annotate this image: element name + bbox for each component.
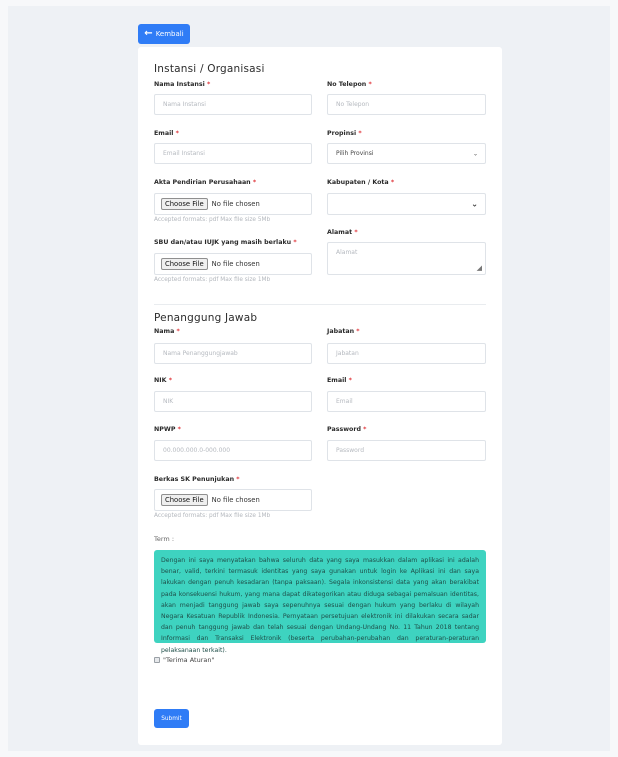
label-no-telepon-text: No Telepon <box>327 81 367 88</box>
label-email-instansi: Email * <box>154 130 179 137</box>
resize-handle-icon[interactable]: ◢ <box>477 264 482 272</box>
label-jabatan-text: Jabatan <box>327 328 355 335</box>
sbu-file-status: No file chosen <box>211 260 260 268</box>
sbu-file-hint: Accepted formats: pdf Max file size 1Mb <box>154 277 271 283</box>
jabatan-input[interactable]: Jabatan <box>327 343 486 364</box>
email-input[interactable]: Email <box>327 391 486 412</box>
label-alamat: Alamat * <box>327 229 358 236</box>
required-mark: * <box>356 328 360 335</box>
berkas-sk-file-input[interactable]: Choose File No file chosen <box>154 489 312 511</box>
accept-terms-checkbox[interactable] <box>154 657 160 663</box>
required-mark: * <box>206 81 211 88</box>
label-sbu: SBU dan/atau IUJK yang masih berlaku * <box>154 239 297 246</box>
required-mark: * <box>368 81 372 88</box>
label-password: Password * <box>327 426 366 433</box>
back-button-label: Kembali <box>155 30 184 38</box>
propinsi-selected-value: Pilih Provinsi <box>336 150 374 157</box>
password-input[interactable]: Password <box>327 440 486 461</box>
required-mark: * <box>354 229 358 236</box>
label-propinsi-text: Propinsi <box>327 130 357 137</box>
required-mark: * <box>363 426 367 433</box>
label-email: Email * <box>327 377 352 384</box>
required-mark: * <box>175 130 179 137</box>
password-placeholder: Password <box>336 447 365 454</box>
required-mark: * <box>168 377 172 384</box>
chevron-down-icon: ⌄ <box>471 199 478 209</box>
required-mark: * <box>348 377 352 384</box>
akta-choose-file-button[interactable]: Choose File <box>161 198 208 210</box>
accept-terms-row[interactable]: "Terima Aturan" <box>154 656 214 664</box>
label-sbu-text: SBU dan/atau IUJK yang masih berlaku <box>154 239 292 246</box>
back-button[interactable]: ← Kembali <box>138 24 190 44</box>
berkas-sk-file-hint: Accepted formats: pdf Max file size 1Mb <box>154 513 271 519</box>
label-akta: Akta Pendirian Perusahaan * <box>154 179 256 186</box>
label-npwp: NPWP * <box>154 426 181 433</box>
email-placeholder: Email <box>336 398 353 405</box>
sbu-choose-file-button[interactable]: Choose File <box>161 258 208 270</box>
label-nama-instansi: Nama Instansi * <box>154 81 210 88</box>
label-password-text: Password <box>327 426 361 433</box>
required-mark: * <box>176 328 180 335</box>
required-mark: * <box>358 130 362 137</box>
section-title-instansi: Instansi / Organisasi <box>154 63 265 75</box>
nik-input[interactable]: NIK <box>154 391 312 412</box>
alamat-placeholder: Alamat <box>336 249 358 256</box>
label-kabupaten-text: Kabupaten / Kota <box>327 179 389 186</box>
propinsi-select[interactable]: Pilih Provinsi ⌄ <box>327 143 486 164</box>
akta-file-input[interactable]: Choose File No file chosen <box>154 193 312 215</box>
label-email-text: Email <box>327 377 347 384</box>
no-telepon-placeholder: No Telepon <box>336 101 370 108</box>
chevron-down-icon: ⌄ <box>472 150 478 157</box>
sbu-file-input[interactable]: Choose File No file chosen <box>154 253 312 275</box>
label-jabatan: Jabatan * <box>327 328 360 335</box>
required-mark: * <box>236 476 240 483</box>
email-instansi-placeholder: Email Instansi <box>163 150 205 157</box>
label-akta-text: Akta Pendirian Perusahaan <box>154 179 251 186</box>
label-npwp-text: NPWP <box>154 426 176 433</box>
required-mark: * <box>293 239 297 246</box>
label-berkas-sk: Berkas SK Penunjukan * <box>154 476 240 483</box>
berkas-sk-choose-file-button[interactable]: Choose File <box>161 494 208 506</box>
label-alamat-text: Alamat <box>327 229 353 236</box>
akta-file-hint: Accepted formats: pdf Max file size 5Mb <box>154 217 271 223</box>
alamat-textarea[interactable]: Alamat ◢ <box>327 242 486 275</box>
required-mark: * <box>390 179 395 186</box>
npwp-placeholder: 00.000.000.0-000.000 <box>163 447 231 454</box>
arrow-left-icon: ← <box>144 28 153 39</box>
nama-penanggungjawab-input[interactable]: Nama Penanggungjawab <box>154 343 312 364</box>
section-divider <box>154 304 486 305</box>
term-text-box: Dengan ini saya menyatakan bahwa seluruh… <box>154 550 486 654</box>
label-nik: NIK * <box>154 377 172 384</box>
label-nik-text: NIK <box>154 377 167 384</box>
no-telepon-input[interactable]: No Telepon <box>327 94 486 115</box>
label-nama-instansi-text: Nama Instansi <box>154 81 205 88</box>
email-instansi-input[interactable]: Email Instansi <box>154 143 312 164</box>
section-title-penanggung-jawab: Penanggung Jawab <box>154 312 258 324</box>
label-no-telepon: No Telepon * <box>327 81 372 88</box>
kabupaten-select[interactable]: ⌄ <box>327 193 486 215</box>
nama-instansi-input[interactable]: Nama Instansi <box>154 94 312 115</box>
label-email-instansi-text: Email <box>154 130 174 137</box>
term-label: Term : <box>154 535 175 543</box>
required-mark: * <box>252 179 257 186</box>
nik-placeholder: NIK <box>163 398 174 405</box>
label-propinsi: Propinsi * <box>327 130 362 137</box>
akta-file-status: No file chosen <box>211 200 260 208</box>
registration-form-card: Instansi / Organisasi Nama Instansi * Na… <box>138 47 502 745</box>
label-nama: Nama * <box>154 328 180 335</box>
nama-instansi-placeholder: Nama Instansi <box>163 101 206 108</box>
jabatan-placeholder: Jabatan <box>336 350 359 357</box>
nama-penanggungjawab-placeholder: Nama Penanggungjawab <box>163 350 238 357</box>
submit-button[interactable]: Submit <box>154 709 189 728</box>
label-kabupaten: Kabupaten / Kota * <box>327 179 394 186</box>
label-berkas-sk-text: Berkas SK Penunjukan <box>154 476 235 483</box>
required-mark: * <box>177 426 181 433</box>
berkas-sk-file-status: No file chosen <box>211 496 260 504</box>
npwp-input[interactable]: 00.000.000.0-000.000 <box>154 440 312 461</box>
accept-terms-label: "Terima Aturan" <box>163 656 215 664</box>
label-nama-text: Nama <box>154 328 175 335</box>
